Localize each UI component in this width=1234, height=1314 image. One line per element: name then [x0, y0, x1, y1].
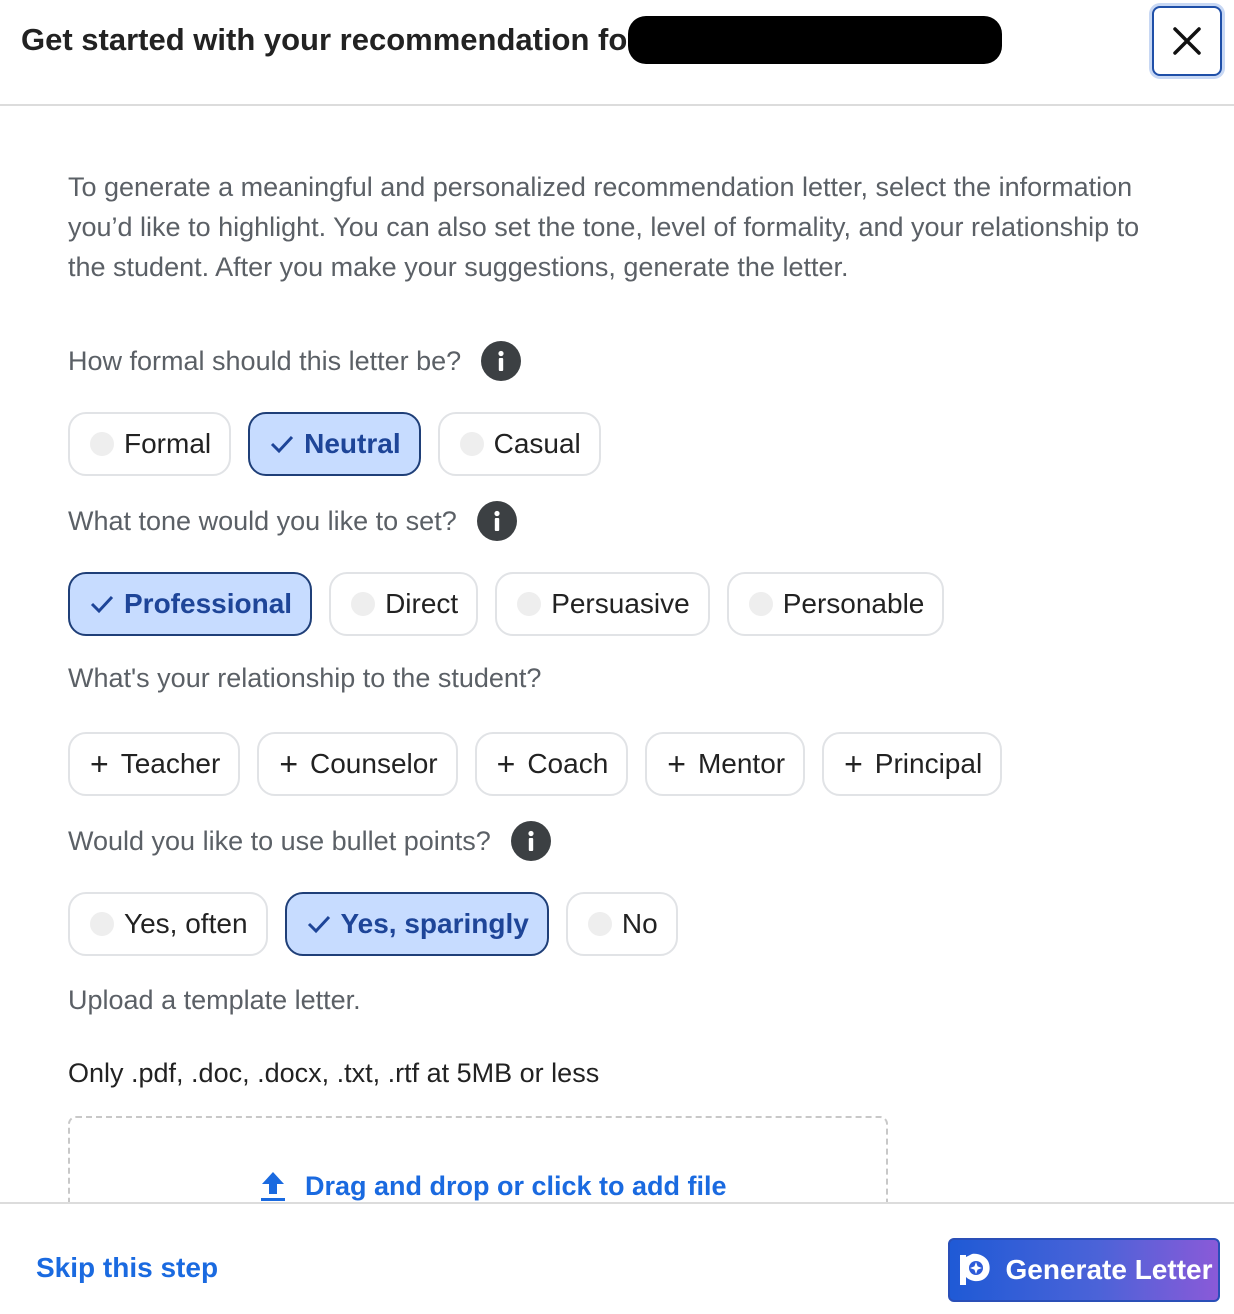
tone-option-direct[interactable]: Direct [329, 572, 479, 636]
plus-icon: + [496, 746, 516, 782]
formality-question: How formal should this letter be? [68, 341, 522, 381]
pill-label: Personable [782, 588, 925, 619]
pill-label: Counselor [310, 748, 438, 779]
bullets-question: Would you like to use bullet points? [68, 821, 551, 861]
dropzone-text: Drag and drop or click to add file [305, 1170, 727, 1201]
pill-label: Mentor [697, 748, 786, 779]
dialog-title: Get started with your recommendation for [21, 22, 640, 57]
pill-label: Direct [385, 588, 459, 619]
radio-icon [587, 912, 612, 936]
pill-label: Formal [124, 428, 212, 459]
ai-sparkle-logo-icon [959, 1253, 990, 1285]
radio-icon [459, 432, 484, 456]
checkmark-icon [271, 435, 294, 454]
pill-label: Persuasive [551, 588, 690, 619]
relationship-option-principal[interactable]: + Principal [822, 732, 1003, 796]
dialog-header: Get started with your recommendation for [0, 0, 1234, 106]
formality-options: Formal Neutral Casual [68, 412, 601, 476]
skip-step-link[interactable]: Skip this step [36, 1252, 218, 1284]
close-icon [1173, 27, 1201, 55]
bullets-option-no[interactable]: No [565, 892, 678, 956]
pill-label: No [621, 908, 658, 939]
intro-text: To generate a meaningful and personalize… [68, 172, 1140, 282]
relationship-option-coach[interactable]: + Coach [474, 732, 629, 796]
bullets-options: Yes, often Yes, sparingly No [68, 892, 678, 956]
formality-option-formal[interactable]: Formal [68, 412, 232, 476]
relationship-question-label: What's your relationship to the student? [68, 663, 542, 693]
pill-label: Neutral [304, 428, 401, 459]
generate-letter-label: Generate Letter [1005, 1254, 1213, 1285]
bullets-option-yes-sparingly[interactable]: Yes, sparingly [284, 892, 549, 956]
relationship-question: What's your relationship to the student? [68, 663, 541, 694]
plus-icon: + [844, 746, 863, 782]
pill-label: Yes, sparingly [340, 908, 529, 939]
tone-option-persuasive[interactable]: Persuasive [495, 572, 710, 636]
checkmark-icon [90, 595, 114, 614]
pill-label: Principal [874, 748, 983, 779]
info-icon[interactable] [476, 501, 517, 541]
info-icon[interactable] [481, 341, 522, 381]
pill-label: Yes, often [124, 908, 248, 939]
formality-option-neutral[interactable]: Neutral [248, 412, 421, 476]
radio-icon [517, 592, 542, 616]
radio-icon [748, 592, 773, 616]
dialog-footer: Skip this step Generate Letter [0, 1202, 1234, 1314]
add-file-link[interactable]: Drag and drop or click to add file [259, 1170, 727, 1202]
bullets-question-label: Would you like to use bullet points? [68, 825, 491, 856]
radio-icon [351, 592, 376, 616]
redacted-student-name [628, 16, 1002, 64]
relationship-options: + Teacher + Counselor + Coach + Mentor +… [68, 732, 1003, 796]
radio-icon [90, 432, 114, 456]
tone-options: Professional Direct Persuasive Personabl… [68, 572, 945, 636]
tone-option-professional[interactable]: Professional [68, 572, 313, 636]
upload-icon [261, 1172, 285, 1201]
info-glyph-icon [494, 510, 500, 531]
relationship-option-mentor[interactable]: + Mentor [645, 732, 806, 796]
close-button[interactable] [1152, 6, 1222, 76]
plus-icon: + [667, 746, 686, 782]
bullets-option-yes-often[interactable]: Yes, often [68, 892, 268, 956]
upload-file-types-note: Only .pdf, .doc, .docx, .txt, .rtf at 5M… [68, 1058, 600, 1088]
info-glyph-icon [498, 350, 504, 371]
info-glyph-icon [528, 830, 534, 851]
formality-question-label: How formal should this letter be? [68, 345, 462, 376]
relationship-option-counselor[interactable]: + Counselor [257, 732, 458, 796]
tone-question-label: What tone would you like to set? [68, 505, 457, 536]
info-icon[interactable] [510, 821, 551, 861]
checkmark-icon [307, 915, 330, 934]
pill-label: Coach [527, 748, 609, 779]
upload-label: Upload a template letter. [68, 985, 361, 1015]
radio-icon [90, 912, 114, 936]
formality-option-casual[interactable]: Casual [437, 412, 601, 476]
tone-question: What tone would you like to set? [68, 501, 517, 541]
plus-icon: + [90, 746, 109, 782]
pill-label: Casual [493, 428, 581, 459]
pill-label: Teacher [120, 748, 221, 779]
plus-icon: + [279, 746, 298, 782]
generate-letter-button[interactable]: Generate Letter [948, 1238, 1220, 1302]
tone-option-personable[interactable]: Personable [726, 572, 945, 636]
pill-label: Professional [124, 588, 293, 619]
relationship-option-teacher[interactable]: + Teacher [68, 732, 241, 796]
